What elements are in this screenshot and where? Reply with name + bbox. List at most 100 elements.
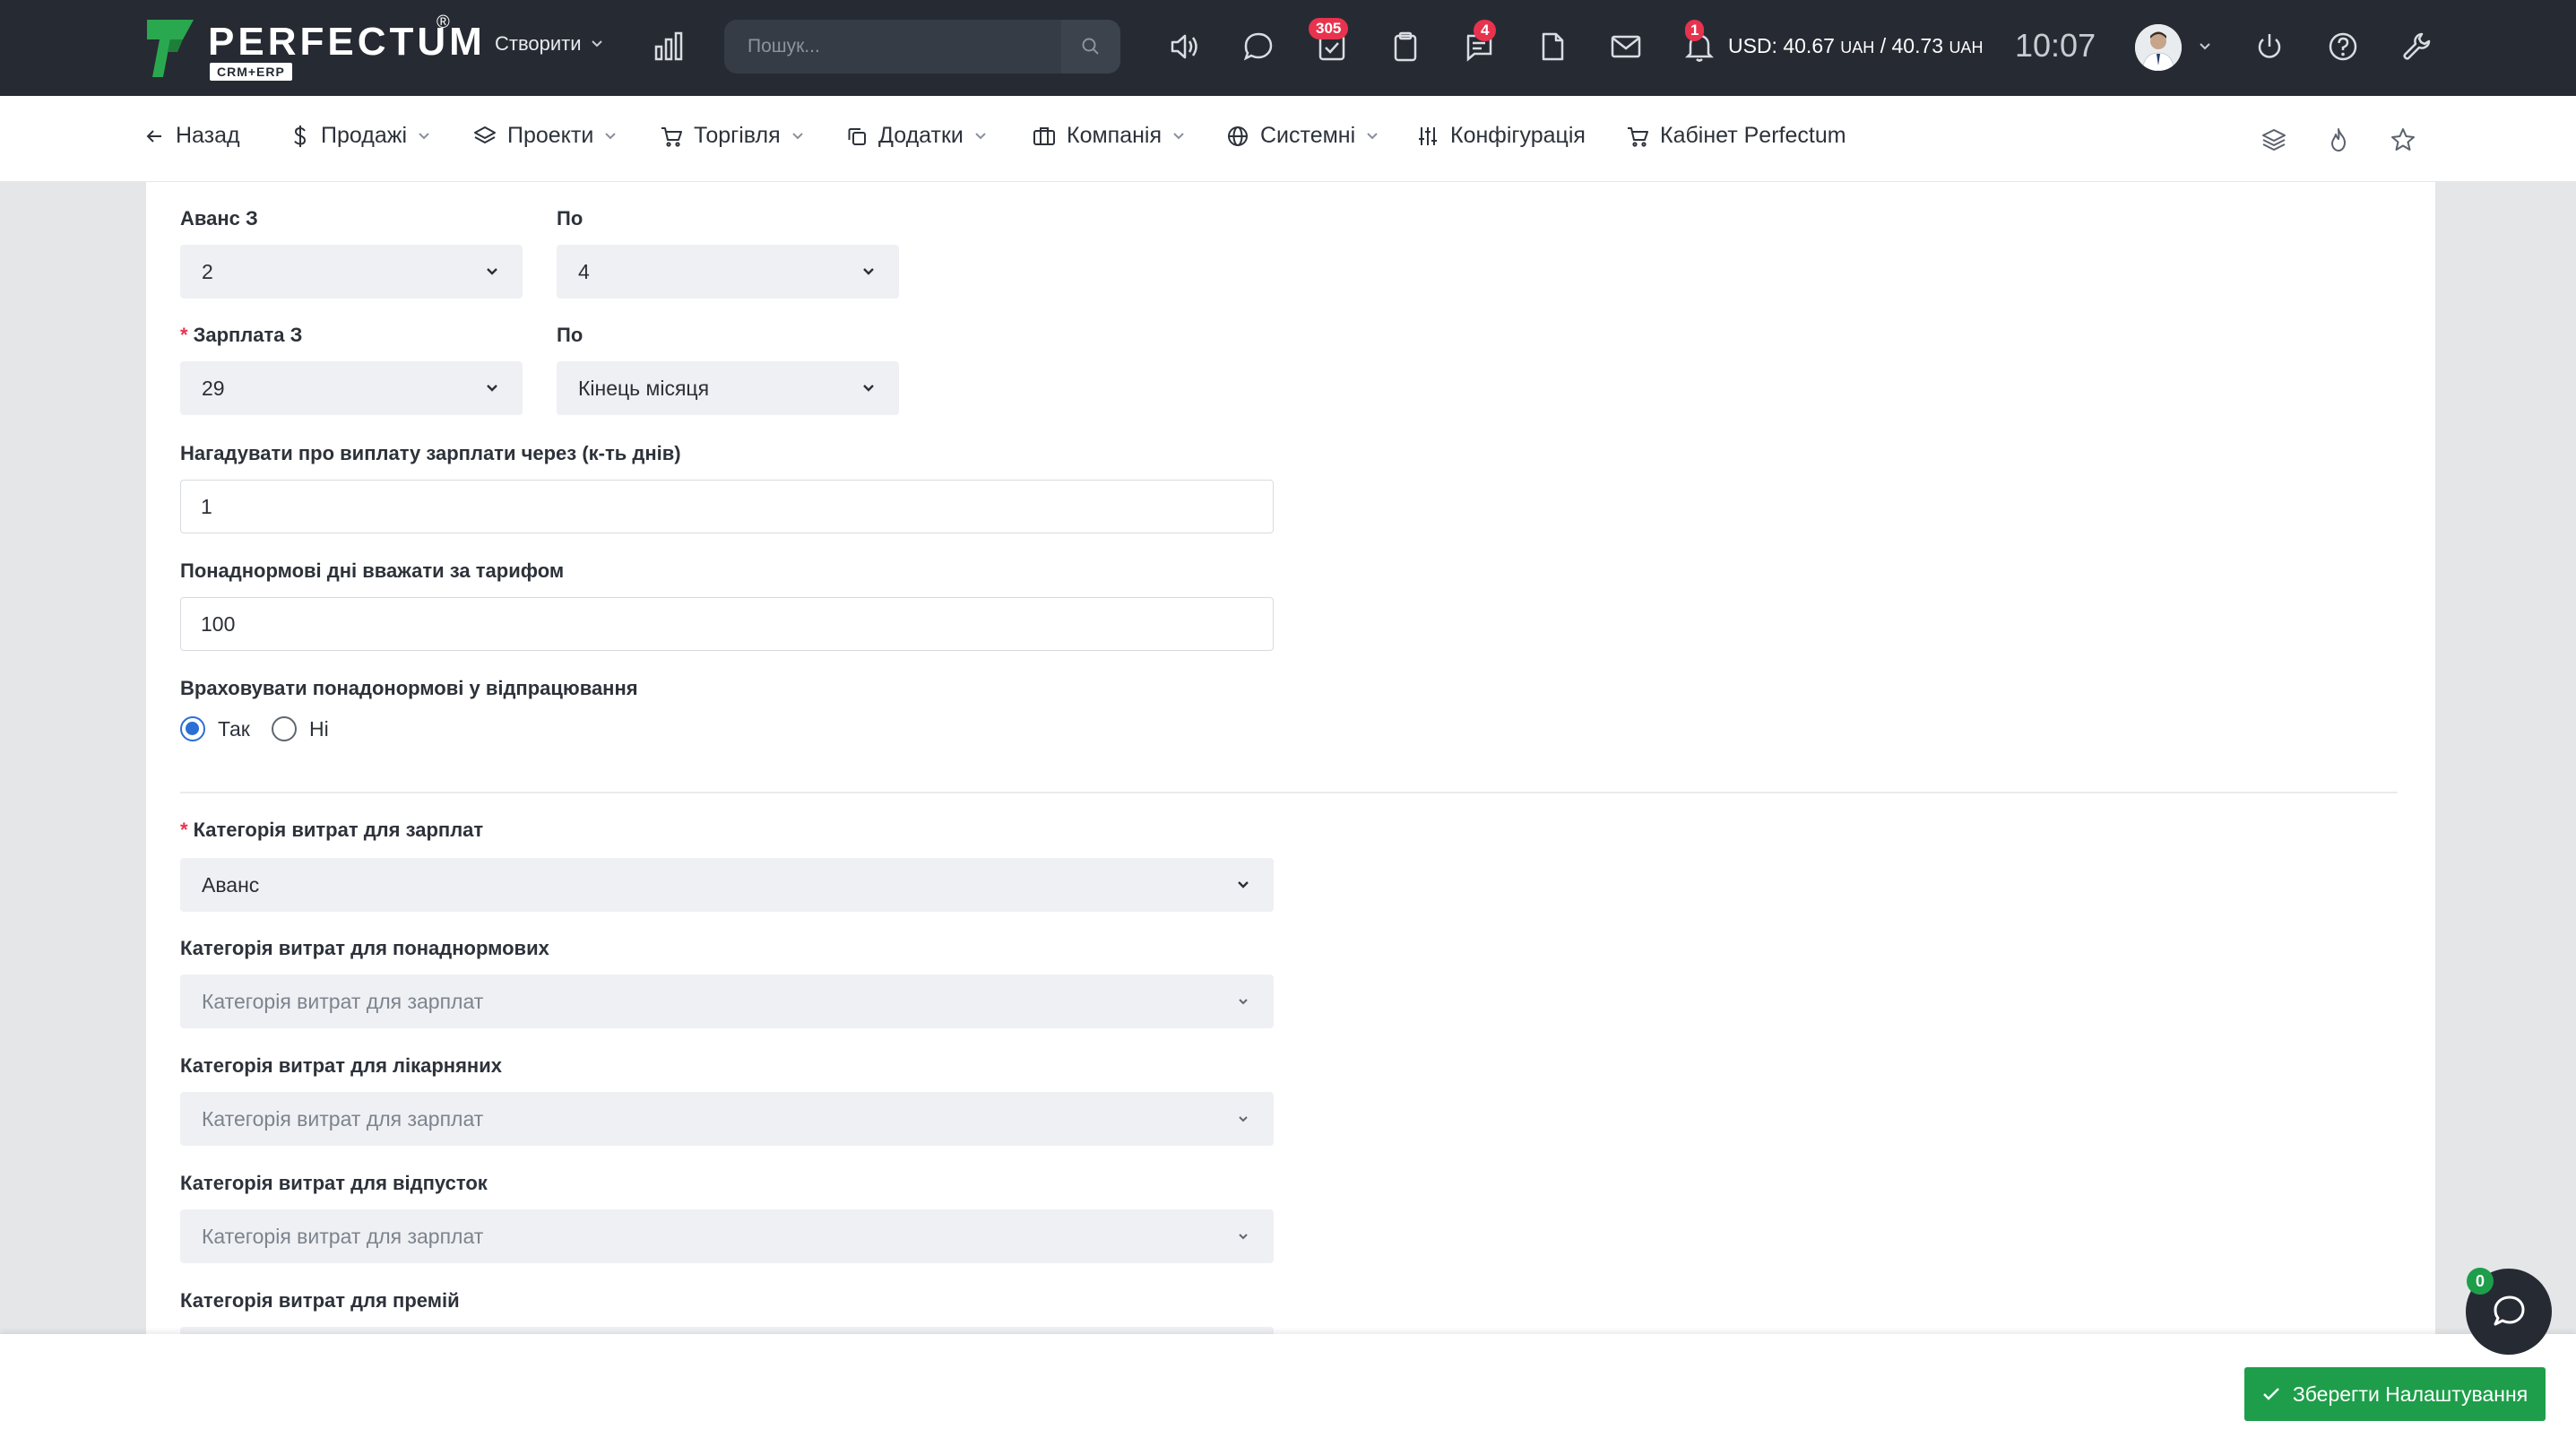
salary-to-value: Кінець місяця [578,376,710,400]
sick-category-select[interactable]: Категорія витрат для зарплат [180,1092,1274,1146]
currency-unit: UAH [1840,39,1875,56]
advance-to-label: По [557,207,583,230]
chevron-down-icon [419,132,429,139]
nav-projects-label: Проекти [507,123,594,148]
top-bar: PERFECTUM ® CRM+ERP Створити 305 4 [0,0,2576,96]
fire-icon[interactable] [2325,126,2352,153]
section-divider [180,792,2398,793]
dollar-icon [294,125,307,147]
nav-cabinet[interactable]: Кабінет Perfectum [1626,123,1846,149]
chat-bubble-icon [2494,1295,2525,1326]
wrench-icon[interactable] [2399,29,2434,65]
chevron-down-icon[interactable] [2199,42,2211,51]
salary-from-value: 29 [202,376,225,400]
nav-company[interactable]: Компанія [1033,123,1185,149]
advance-from-label: Аванс З [180,207,258,230]
salary-to-label: По [557,324,583,346]
salary-category-label-text: Категорія витрат для зарплат [193,819,484,841]
create-dropdown[interactable]: Створити [495,32,603,56]
remind-days-input[interactable]: 1 [180,480,1274,533]
radio-no-label: Ні [309,716,329,741]
salary-category-select[interactable]: Аванс [180,858,1274,912]
nav-company-label: Компанія [1067,123,1162,148]
nav-config[interactable]: Конфігурація [1416,123,1586,149]
chevron-down-icon [1238,881,1249,888]
currency-second-rate: / 40.73 [1874,34,1944,57]
search-box [724,20,1120,74]
chevron-down-icon [1367,132,1378,139]
chart-bars-icon[interactable] [651,29,687,65]
salary-to-select[interactable]: Кінець місяця [557,361,899,415]
star-icon[interactable] [2390,126,2416,153]
nav-system[interactable]: Системні [1226,123,1379,149]
chevron-down-icon [591,40,602,48]
chevron-down-icon [605,132,617,139]
sick-category-label: Категорія витрат для лікарняних [180,1054,502,1077]
advance-from-select[interactable]: 2 [180,245,523,299]
logo[interactable]: PERFECTUM ® CRM+ERP [143,13,482,84]
logo-registered: ® [437,13,450,32]
arrow-left-icon [146,129,161,143]
salary-from-select[interactable]: 29 [180,361,523,415]
help-icon[interactable] [2325,29,2361,65]
briefcase-icon [1033,126,1055,145]
chevron-down-icon [863,385,874,392]
create-label: Створити [495,32,582,55]
layers-icon[interactable] [2260,126,2287,153]
radio-yes-label: Так [218,716,250,741]
nav-sales[interactable]: Продажі [290,123,430,149]
tasks-badge: 305 [1309,18,1349,39]
radio-yes-indicator[interactable] [180,716,205,741]
nav-addons[interactable]: Додатки [846,123,987,149]
search-input[interactable] [748,20,1052,74]
overtime-rate-label: Понаднормові дні вважати за тарифом [180,559,565,582]
power-icon[interactable] [2252,29,2287,65]
document-icon[interactable] [1534,29,1570,65]
nav-back[interactable]: Назад [143,123,240,149]
layers-icon [474,126,496,143]
radio-no-indicator[interactable] [272,716,297,741]
nav-back-label: Назад [176,123,240,148]
nav-trade[interactable]: Торгівля [660,123,804,149]
globe-icon [1228,126,1248,146]
chat-bubble-icon[interactable] [1240,29,1276,65]
vacation-category-label: Категорія витрат для відпусток [180,1172,488,1194]
chevron-down-icon [863,268,874,275]
cart-icon [1628,126,1648,147]
sliders-icon [1419,126,1437,145]
required-marker: * [180,819,188,841]
vacation-category-select[interactable]: Категорія витрат для зарплат [180,1209,1274,1263]
nav-projects[interactable]: Проекти [473,123,617,149]
chevron-down-icon [1173,132,1184,139]
speaker-icon[interactable] [1167,29,1203,65]
search-button[interactable] [1061,20,1120,74]
advance-to-select[interactable]: 4 [557,245,899,299]
chat-badge: 0 [2467,1268,2494,1295]
clipboard-icon[interactable] [1387,29,1423,65]
overtime-rate-input[interactable]: 100 [180,597,1274,651]
chevron-down-icon [975,132,986,139]
vacation-category-placeholder: Категорія витрат для зарплат [202,1224,484,1248]
chevron-down-icon [791,132,803,139]
sick-category-placeholder: Категорія витрат для зарплат [202,1106,484,1131]
mail-icon[interactable] [1608,29,1644,65]
avatar[interactable] [2135,24,2182,71]
advance-from-value: 2 [202,259,213,283]
chevron-down-icon [1239,1116,1248,1122]
overtime-rate-value: 100 [201,611,236,636]
salary-from-label-text: Зарплата З [193,324,303,346]
nav-system-label: Системні [1260,123,1356,148]
clock: 10:07 [2015,27,2096,64]
chevron-down-icon [1239,1234,1248,1240]
save-settings-button[interactable]: Зберегти Налаштування [2244,1367,2546,1421]
nav-trade-label: Торгівля [694,123,781,148]
remind-days-value: 1 [201,494,212,518]
bonus-category-label: Категорія витрат для премій [180,1289,460,1312]
radio-no[interactable]: Ні [272,716,329,741]
currency-label: USD: 40.67 [1728,34,1835,57]
currency-rate: USD: 40.67 UAH / 40.73 UAH [1728,34,1983,58]
count-overtime-label: Враховувати понадонормові у відпрацюванн… [180,677,638,699]
radio-yes[interactable]: Так [180,716,250,741]
overtime-category-select[interactable]: Категорія витрат для зарплат [180,975,1274,1028]
check-icon [2262,1388,2279,1400]
